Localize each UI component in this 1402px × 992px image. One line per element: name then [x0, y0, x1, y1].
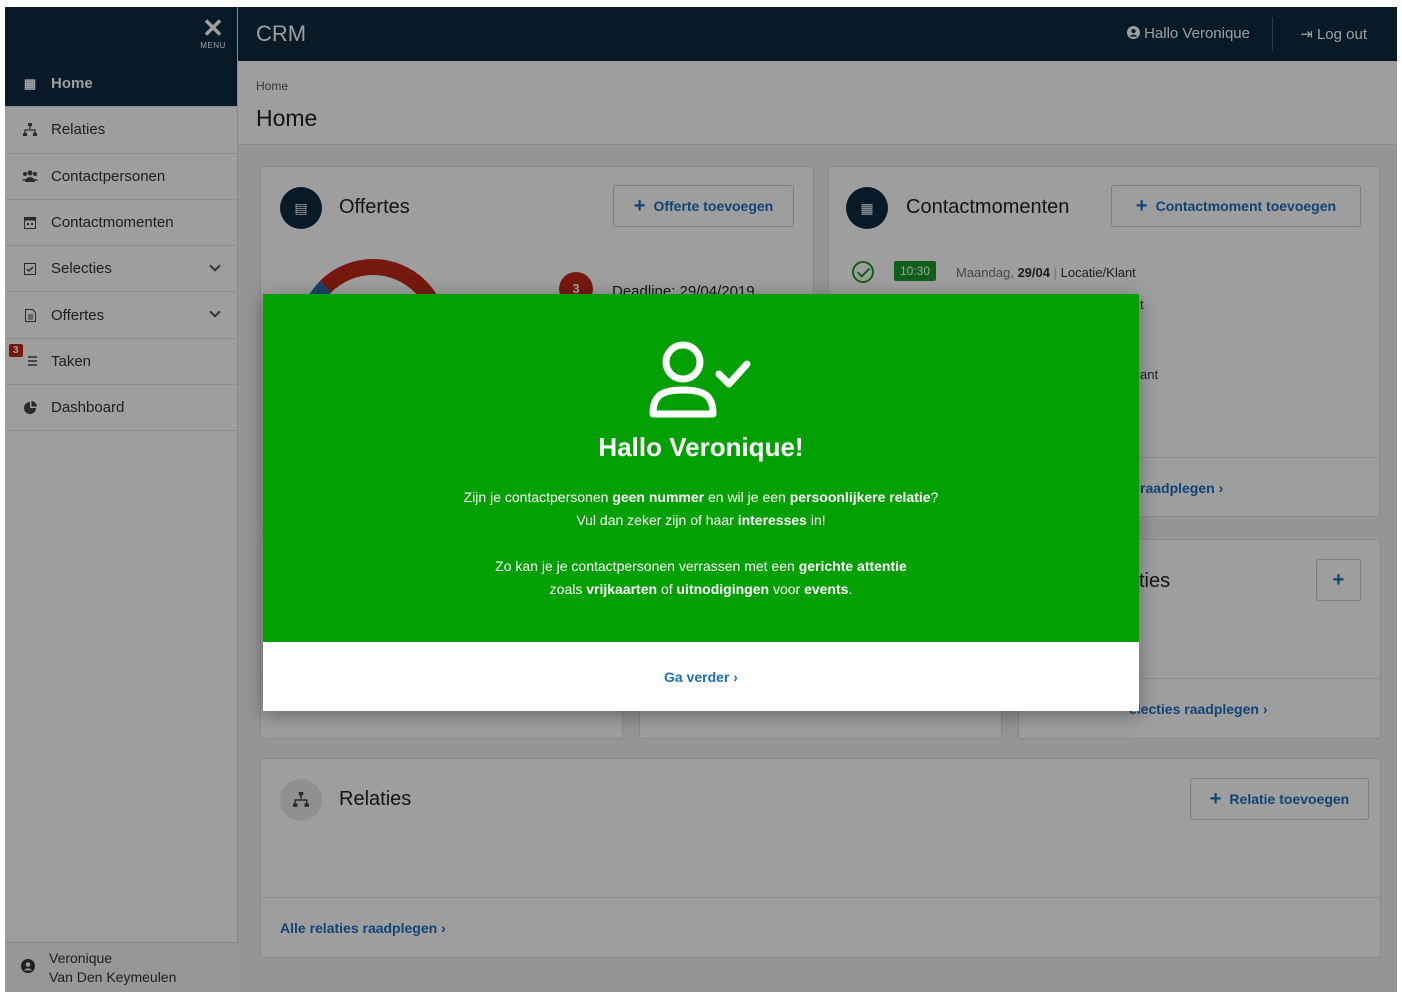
modal-text-bold: events [804, 581, 849, 597]
continue-button[interactable]: Ga verder › [664, 669, 738, 685]
modal-text: voor [769, 581, 805, 597]
modal-text-bold: geen nummer [612, 489, 705, 505]
modal-paragraph-4: zoals vrijkaarten of uitnodigingen voor … [263, 578, 1139, 601]
modal-text-bold: uitnodigingen [676, 581, 770, 597]
modal-text-bold: vrijkaarten [586, 581, 658, 597]
chevron-right-icon: › [733, 668, 738, 685]
modal-text: Zo kan je je contactpersonen verrassen m… [495, 558, 799, 574]
modal-title: Hallo Veronique! [598, 432, 804, 462]
app-frame: ✕ MENU ▦ Home Relaties Contactpersonen C… [5, 7, 1397, 992]
user-check-icon [649, 341, 751, 418]
modal-text: in! [806, 512, 826, 528]
modal-text: ? [930, 489, 939, 505]
welcome-modal: Hallo Veronique! Zijn je contactpersonen… [263, 294, 1139, 711]
modal-text-bold: persoonlijkere relatie [789, 489, 931, 505]
modal-text: of [657, 581, 677, 597]
modal-text-bold: interesses [737, 512, 807, 528]
modal-text: Zijn je contactpersonen [463, 489, 613, 505]
modal-paragraph-1: Zijn je contactpersonen geen nummer en w… [263, 486, 1139, 509]
modal-text: en wil je een [704, 489, 790, 505]
modal-footer: Ga verder › [263, 642, 1139, 711]
modal-paragraph-2: Vul dan zeker zijn of haar interesses in… [263, 509, 1139, 532]
modal-text: Vul dan zeker zijn of haar [576, 512, 738, 528]
continue-label: Ga verder [664, 668, 730, 685]
modal-text: . [848, 581, 853, 597]
modal-text: zoals [549, 581, 587, 597]
modal-text-bold: gerichte attentie [798, 558, 907, 574]
modal-paragraph-3: Zo kan je je contactpersonen verrassen m… [263, 555, 1139, 578]
modal-body: Hallo Veronique! Zijn je contactpersonen… [263, 294, 1139, 642]
